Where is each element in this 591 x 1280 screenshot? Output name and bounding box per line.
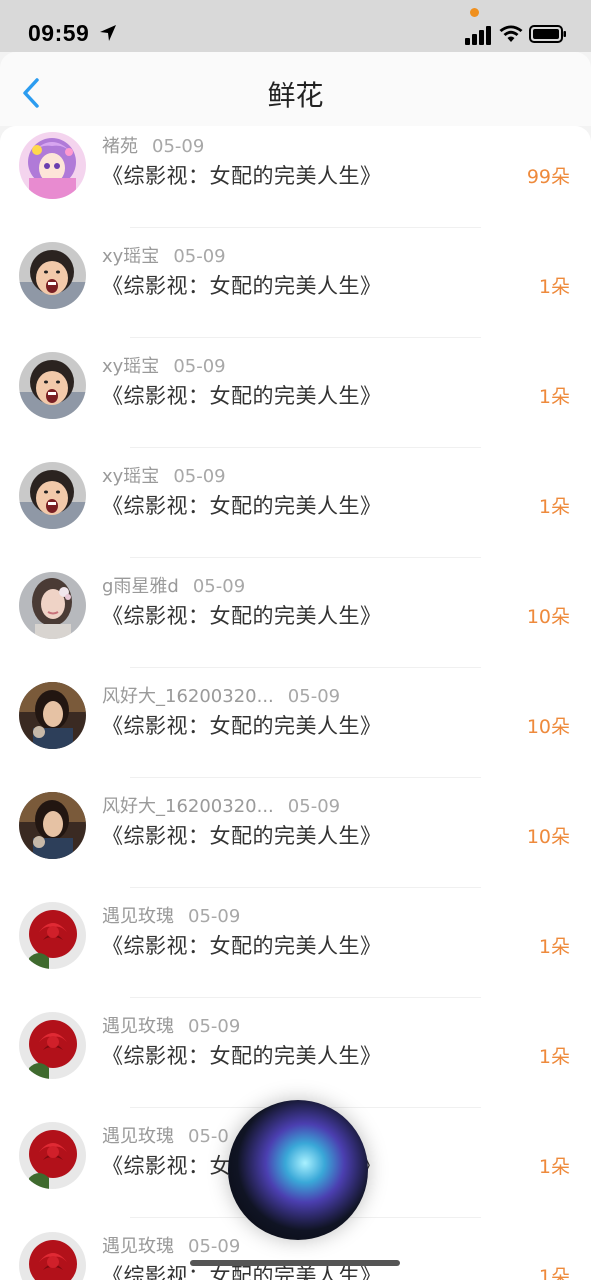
book-title: 《综影视：女配的完美人生》	[102, 934, 382, 958]
gift-date: 05-09	[287, 796, 341, 817]
cellular-signal-icon	[465, 26, 491, 45]
gift-date: 05-09	[287, 686, 341, 707]
flower-count: 10朵	[526, 826, 570, 848]
child-photo-avatar[interactable]	[19, 352, 86, 419]
flower-count: 1朵	[538, 936, 570, 958]
user-name[interactable]: 遇见玫瑰	[102, 1236, 174, 1257]
user-meta: 遇见玫瑰 05-09	[102, 1012, 240, 1038]
gift-date: 05-0	[188, 1126, 229, 1147]
book-title: 《综影视：女配的完美人生》	[102, 274, 382, 298]
user-name[interactable]: xy瑶宝	[102, 246, 159, 267]
user-name[interactable]: 风好大_16200320...	[102, 686, 274, 707]
painted-lady-avatar[interactable]	[19, 792, 86, 859]
list-item[interactable]: 风好大_16200320... 05-09 《综影视：女配的完美人生》 10朵	[0, 668, 591, 778]
gift-date: 05-09	[173, 246, 226, 267]
red-rose-avatar[interactable]	[19, 1012, 86, 1079]
status-time: 09:59	[28, 20, 90, 46]
privacy-indicator-dot	[470, 8, 479, 17]
woman-portrait-avatar[interactable]	[19, 572, 86, 639]
book-title: 《综影视：女配的完美人生》	[102, 384, 382, 408]
gift-date: 05-09	[192, 576, 246, 597]
user-name[interactable]: 风好大_16200320...	[102, 796, 274, 817]
user-meta: 遇见玫瑰 05-09	[102, 1232, 240, 1258]
flower-count: 1朵	[538, 1266, 570, 1280]
painted-lady-avatar[interactable]	[19, 682, 86, 749]
book-title: 《综影视：女配的完美人生》	[102, 824, 382, 848]
user-name[interactable]: xy瑶宝	[102, 466, 159, 487]
list-item[interactable]: xy瑶宝 05-09 《综影视：女配的完美人生》 1朵	[0, 338, 591, 448]
book-title: 《综影视：女配的完美人生》	[102, 494, 382, 518]
book-title: 《综影视：女配的完美人生》	[102, 1044, 382, 1068]
user-meta: xy瑶宝 05-09	[102, 352, 226, 378]
flower-count: 1朵	[538, 1046, 570, 1068]
red-rose-avatar[interactable]	[19, 1122, 86, 1189]
home-indicator[interactable]	[190, 1260, 400, 1266]
user-meta: xy瑶宝 05-09	[102, 242, 226, 268]
gift-date: 05-09	[173, 466, 226, 487]
list-item[interactable]: 褚苑 05-09 《综影视：女配的完美人生》 99朵	[0, 126, 591, 228]
flower-count: 1朵	[538, 1156, 570, 1178]
gift-date: 05-09	[152, 136, 205, 157]
user-name[interactable]: 褚苑	[102, 136, 138, 157]
user-meta: 褚苑 05-09	[102, 132, 204, 158]
user-name[interactable]: 遇见玫瑰	[102, 1126, 174, 1147]
user-name[interactable]: 遇见玫瑰	[102, 906, 174, 927]
flower-count: 1朵	[538, 496, 570, 518]
page-title: 鲜花	[267, 79, 324, 112]
child-photo-avatar[interactable]	[19, 242, 86, 309]
siri-orb-icon[interactable]	[228, 1100, 368, 1240]
user-name[interactable]: 遇见玫瑰	[102, 1016, 174, 1037]
list-item[interactable]: 遇见玫瑰 05-09 《综影视：女配的完美人生》 1朵	[0, 888, 591, 998]
red-rose-avatar[interactable]	[19, 1232, 86, 1280]
user-meta: 遇见玫瑰 05-0	[102, 1122, 229, 1148]
user-meta: xy瑶宝 05-09	[102, 462, 226, 488]
list-item[interactable]: xy瑶宝 05-09 《综影视：女配的完美人生》 1朵	[0, 448, 591, 558]
gift-date: 05-09	[173, 356, 226, 377]
book-title: 《综影视：女配的完美人生》	[102, 714, 382, 738]
child-photo-avatar[interactable]	[19, 462, 86, 529]
red-rose-avatar[interactable]	[19, 902, 86, 969]
list-item[interactable]: 遇见玫瑰 05-09 《综影视：女配的完美人生》 1朵	[0, 998, 591, 1108]
gift-date: 05-09	[188, 1016, 241, 1037]
book-title: 《综影视：女配的完美人生》	[102, 604, 382, 628]
gift-date: 05-09	[188, 906, 241, 927]
flower-count: 1朵	[538, 276, 570, 298]
flower-count: 10朵	[526, 606, 570, 628]
flower-count: 99朵	[526, 166, 570, 188]
user-meta: 风好大_16200320... 05-09	[102, 682, 340, 708]
flower-count: 10朵	[526, 716, 570, 738]
wifi-icon	[499, 25, 523, 42]
status-bar: 09:59	[0, 0, 591, 52]
nav-bar: 鲜花	[0, 52, 591, 126]
user-meta: 风好大_16200320... 05-09	[102, 792, 340, 818]
user-meta: 遇见玫瑰 05-09	[102, 902, 240, 928]
book-title: 《综影视：女配的完美人生》	[102, 164, 382, 188]
battery-icon	[529, 25, 566, 43]
flower-count: 1朵	[538, 386, 570, 408]
location-arrow-icon	[100, 25, 116, 41]
list-item[interactable]: xy瑶宝 05-09 《综影视：女配的完美人生》 1朵	[0, 228, 591, 338]
user-name[interactable]: xy瑶宝	[102, 356, 159, 377]
user-name[interactable]: g雨星雅d	[102, 576, 179, 597]
list-item[interactable]: 风好大_16200320... 05-09 《综影视：女配的完美人生》 10朵	[0, 778, 591, 888]
user-meta: g雨星雅d 05-09	[102, 572, 245, 598]
gift-date: 05-09	[188, 1236, 241, 1257]
list-item[interactable]: g雨星雅d 05-09 《综影视：女配的完美人生》 10朵	[0, 558, 591, 668]
anime-girl-avatar[interactable]	[19, 132, 86, 199]
